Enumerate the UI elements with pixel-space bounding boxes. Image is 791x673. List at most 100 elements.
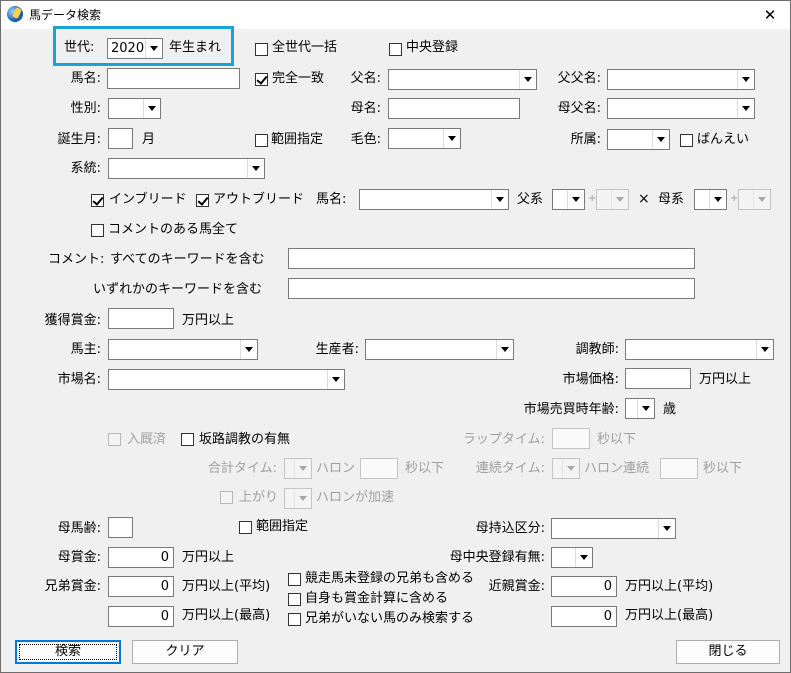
banei-label: ばんえい	[697, 132, 750, 147]
dam-import-select[interactable]	[551, 518, 676, 539]
consecutive-furlong-select	[552, 458, 580, 479]
outbreed-checkbox[interactable]	[196, 194, 209, 207]
exact-match-checkbox[interactable]	[255, 73, 268, 86]
chevron-down-icon[interactable]	[443, 129, 460, 148]
relative-prize-label: 近親賞金:	[488, 579, 545, 594]
chevron-down-icon[interactable]	[652, 130, 669, 149]
sire-line-gen1-select[interactable]	[552, 189, 585, 210]
breed-horse-name-select[interactable]	[359, 189, 509, 210]
close-icon[interactable]: ✕	[750, 1, 790, 29]
banei-checkbox[interactable]	[680, 134, 693, 147]
trainer-select[interactable]	[625, 339, 774, 360]
prize-input[interactable]	[108, 308, 174, 329]
grandsire-select[interactable]	[607, 69, 755, 90]
horse-name-input[interactable]	[107, 68, 240, 89]
chevron-down-icon[interactable]	[145, 39, 162, 58]
relative-avg-unit: 万円以上(平均)	[625, 579, 714, 594]
chevron-down-icon[interactable]	[709, 190, 726, 209]
dam-line-gen1-select[interactable]	[694, 189, 727, 210]
clear-button[interactable]: クリア	[132, 640, 238, 664]
chevron-down-icon[interactable]	[737, 99, 754, 118]
owner-select[interactable]	[108, 339, 258, 360]
chevron-down-icon[interactable]	[737, 70, 754, 89]
generation-select[interactable]: 2020	[107, 38, 163, 59]
month-unit: 月	[142, 132, 156, 147]
include-unregistered-checkbox[interactable]	[288, 573, 301, 586]
sibling-max-input[interactable]: 0	[108, 606, 174, 627]
damsire-select[interactable]	[607, 98, 755, 119]
total-time-input	[360, 458, 398, 479]
include-self-checkbox[interactable]	[288, 593, 301, 606]
birth-month-input[interactable]	[108, 128, 133, 149]
consecutive-time-input	[660, 458, 698, 479]
dam-prize-unit: 万円以上	[182, 550, 235, 565]
horse-name-label: 馬名:	[70, 71, 101, 86]
lap-time-label: ラップタイム:	[462, 432, 545, 447]
include-unregistered-label: 競走馬未登録の兄弟も含める	[305, 571, 475, 586]
chevron-down-icon[interactable]	[575, 548, 592, 567]
relative-avg-input[interactable]: 0	[551, 576, 617, 597]
no-sibling-checkbox[interactable]	[288, 613, 301, 626]
birth-range-checkbox[interactable]	[255, 134, 268, 147]
sex-label: 性別:	[70, 101, 101, 116]
comment-only-label: コメントのある馬全て	[108, 222, 239, 237]
search-window: 馬データ検索 ✕ 世代: 2020 年生まれ 全世代一括 中央登録 馬名: 完全…	[0, 0, 791, 673]
market-age-select[interactable]	[625, 398, 655, 419]
chevron-down-icon	[611, 190, 628, 209]
dam-range-checkbox[interactable]	[239, 521, 252, 534]
chevron-down-icon[interactable]	[143, 99, 160, 118]
age-unit: 歳	[663, 402, 677, 417]
all-keywords-label: すべてのキーワードを含む	[110, 252, 265, 267]
times-sign: ×	[638, 191, 650, 207]
chevron-down-icon[interactable]	[567, 190, 584, 209]
dam-range-label: 範囲指定	[256, 519, 309, 534]
breeder-label: 生産者:	[315, 342, 359, 357]
total-seconds-unit: 秒以下	[405, 461, 445, 476]
grandsire-label: 父父名:	[557, 71, 601, 86]
chevron-down-icon[interactable]	[658, 519, 675, 538]
trainer-label: 調教師:	[575, 342, 619, 357]
dam-chuo-select[interactable]	[551, 547, 593, 568]
breeder-select[interactable]	[365, 339, 514, 360]
lap-time-input	[552, 428, 590, 449]
market-name-label: 市場名:	[57, 372, 101, 387]
coat-select[interactable]	[388, 128, 461, 149]
any-keywords-input[interactable]	[288, 278, 695, 299]
lap-seconds-unit: 秒以下	[597, 432, 637, 447]
dam-chuo-label: 母中央登録有無:	[449, 550, 545, 565]
sex-select[interactable]	[108, 98, 161, 119]
dam-input[interactable]	[388, 98, 520, 119]
consecutive-seconds-unit: 秒以下	[703, 461, 743, 476]
inbreed-checkbox[interactable]	[91, 194, 104, 207]
slope-checkbox[interactable]	[181, 433, 194, 446]
prize-unit: 万円以上	[182, 313, 235, 328]
rising-furlong-select	[284, 488, 312, 509]
chevron-down-icon[interactable]	[247, 159, 264, 178]
window-title: 馬データ検索	[29, 8, 102, 22]
affiliation-select[interactable]	[607, 129, 670, 150]
sire-select[interactable]	[388, 69, 537, 90]
market-price-input[interactable]	[625, 368, 691, 389]
relative-max-input[interactable]: 0	[551, 606, 617, 627]
chevron-down-icon[interactable]	[496, 340, 513, 359]
search-button[interactable]: 検索	[15, 640, 121, 664]
comment-only-checkbox[interactable]	[91, 224, 104, 237]
market-price-unit: 万円以上	[699, 372, 752, 387]
generation-label: 世代:	[64, 40, 95, 55]
lineage-label: 系統:	[70, 161, 101, 176]
dam-age-input[interactable]	[108, 517, 133, 538]
close-button[interactable]: 閉じる	[676, 640, 780, 664]
chuo-checkbox[interactable]	[389, 43, 402, 56]
lineage-select[interactable]	[108, 158, 265, 179]
all-keywords-input[interactable]	[288, 248, 695, 269]
chevron-down-icon[interactable]	[756, 340, 773, 359]
sibling-avg-input[interactable]: 0	[108, 576, 174, 597]
market-name-select[interactable]	[108, 369, 345, 390]
relative-max-unit: 万円以上(最高)	[625, 608, 714, 623]
chevron-down-icon[interactable]	[637, 399, 654, 418]
dam-prize-input[interactable]: 0	[108, 547, 174, 568]
chevron-down-icon[interactable]	[491, 190, 508, 209]
all-generations-checkbox[interactable]	[255, 43, 268, 56]
chevron-down-icon[interactable]	[327, 370, 344, 389]
chevron-down-icon[interactable]	[240, 340, 257, 359]
